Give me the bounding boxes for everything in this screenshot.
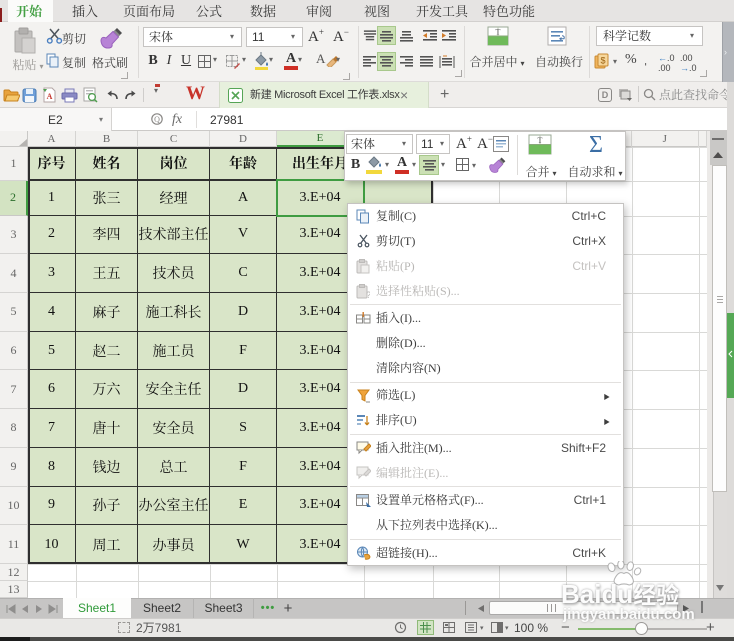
svg-text:A: A — [47, 92, 53, 101]
svg-text:?: ? — [366, 290, 370, 299]
svg-text:T: T — [496, 28, 501, 37]
svg-text:T: T — [538, 136, 543, 145]
svg-text:$: $ — [600, 56, 605, 66]
svg-text:Q: Q — [154, 115, 160, 124]
